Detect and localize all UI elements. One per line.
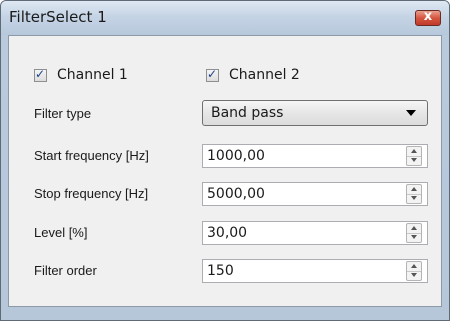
arrow-up-icon <box>411 187 417 191</box>
check-icon: ✓ <box>207 67 218 81</box>
title-bar[interactable]: FilterSelect 1 x <box>1 1 449 35</box>
start-frequency-value: 1000,00 <box>207 148 265 164</box>
spin-down-button[interactable] <box>407 194 421 203</box>
arrow-up-icon <box>411 226 417 230</box>
arrow-down-icon <box>411 235 417 239</box>
filterselect-window: FilterSelect 1 x ✓ Channel 1 ✓ Channel 2… <box>0 0 450 321</box>
arrow-down-icon <box>411 273 417 277</box>
spin-down-button[interactable] <box>407 156 421 165</box>
arrow-up-icon <box>411 149 417 153</box>
filter-order-spinner[interactable] <box>406 261 422 281</box>
filter-type-value: Band pass <box>211 105 284 121</box>
check-icon: ✓ <box>35 67 46 81</box>
filter-type-dropdown[interactable]: Band pass <box>202 100 428 126</box>
spin-down-button[interactable] <box>407 271 421 280</box>
level-spinner[interactable] <box>406 223 422 243</box>
channel-1-checkbox[interactable]: ✓ <box>34 67 47 82</box>
channel-2-checkbox[interactable]: ✓ <box>206 67 219 82</box>
start-frequency-label: Start frequency [Hz] <box>34 148 149 163</box>
filter-order-value: 150 <box>207 263 234 279</box>
chevron-down-icon <box>406 110 416 116</box>
start-frequency-input[interactable]: 1000,00 <box>202 144 428 168</box>
start-frequency-spinner[interactable] <box>406 146 422 166</box>
spin-down-button[interactable] <box>407 233 421 242</box>
close-button[interactable]: x <box>415 9 441 26</box>
arrow-down-icon <box>411 196 417 200</box>
level-input[interactable]: 30,00 <box>202 221 428 245</box>
filter-type-label: Filter type <box>34 106 92 121</box>
stop-frequency-spinner[interactable] <box>406 184 422 204</box>
arrow-up-icon <box>411 264 417 268</box>
window-title: FilterSelect 1 <box>9 8 107 26</box>
arrow-down-icon <box>411 158 417 162</box>
channel-1-label[interactable]: Channel 1 <box>57 67 128 83</box>
stop-frequency-value: 5000,00 <box>207 186 265 202</box>
filter-order-input[interactable]: 150 <box>202 259 428 283</box>
stop-frequency-label: Stop frequency [Hz] <box>34 186 149 201</box>
level-label: Level [%] <box>34 225 88 240</box>
level-value: 30,00 <box>207 225 248 241</box>
channel-2-label[interactable]: Channel 2 <box>229 67 300 83</box>
filter-order-label: Filter order <box>34 263 97 278</box>
settings-panel: ✓ Channel 1 ✓ Channel 2 Filter type Band… <box>8 35 442 307</box>
close-icon: x <box>423 9 433 24</box>
stop-frequency-input[interactable]: 5000,00 <box>202 182 428 206</box>
